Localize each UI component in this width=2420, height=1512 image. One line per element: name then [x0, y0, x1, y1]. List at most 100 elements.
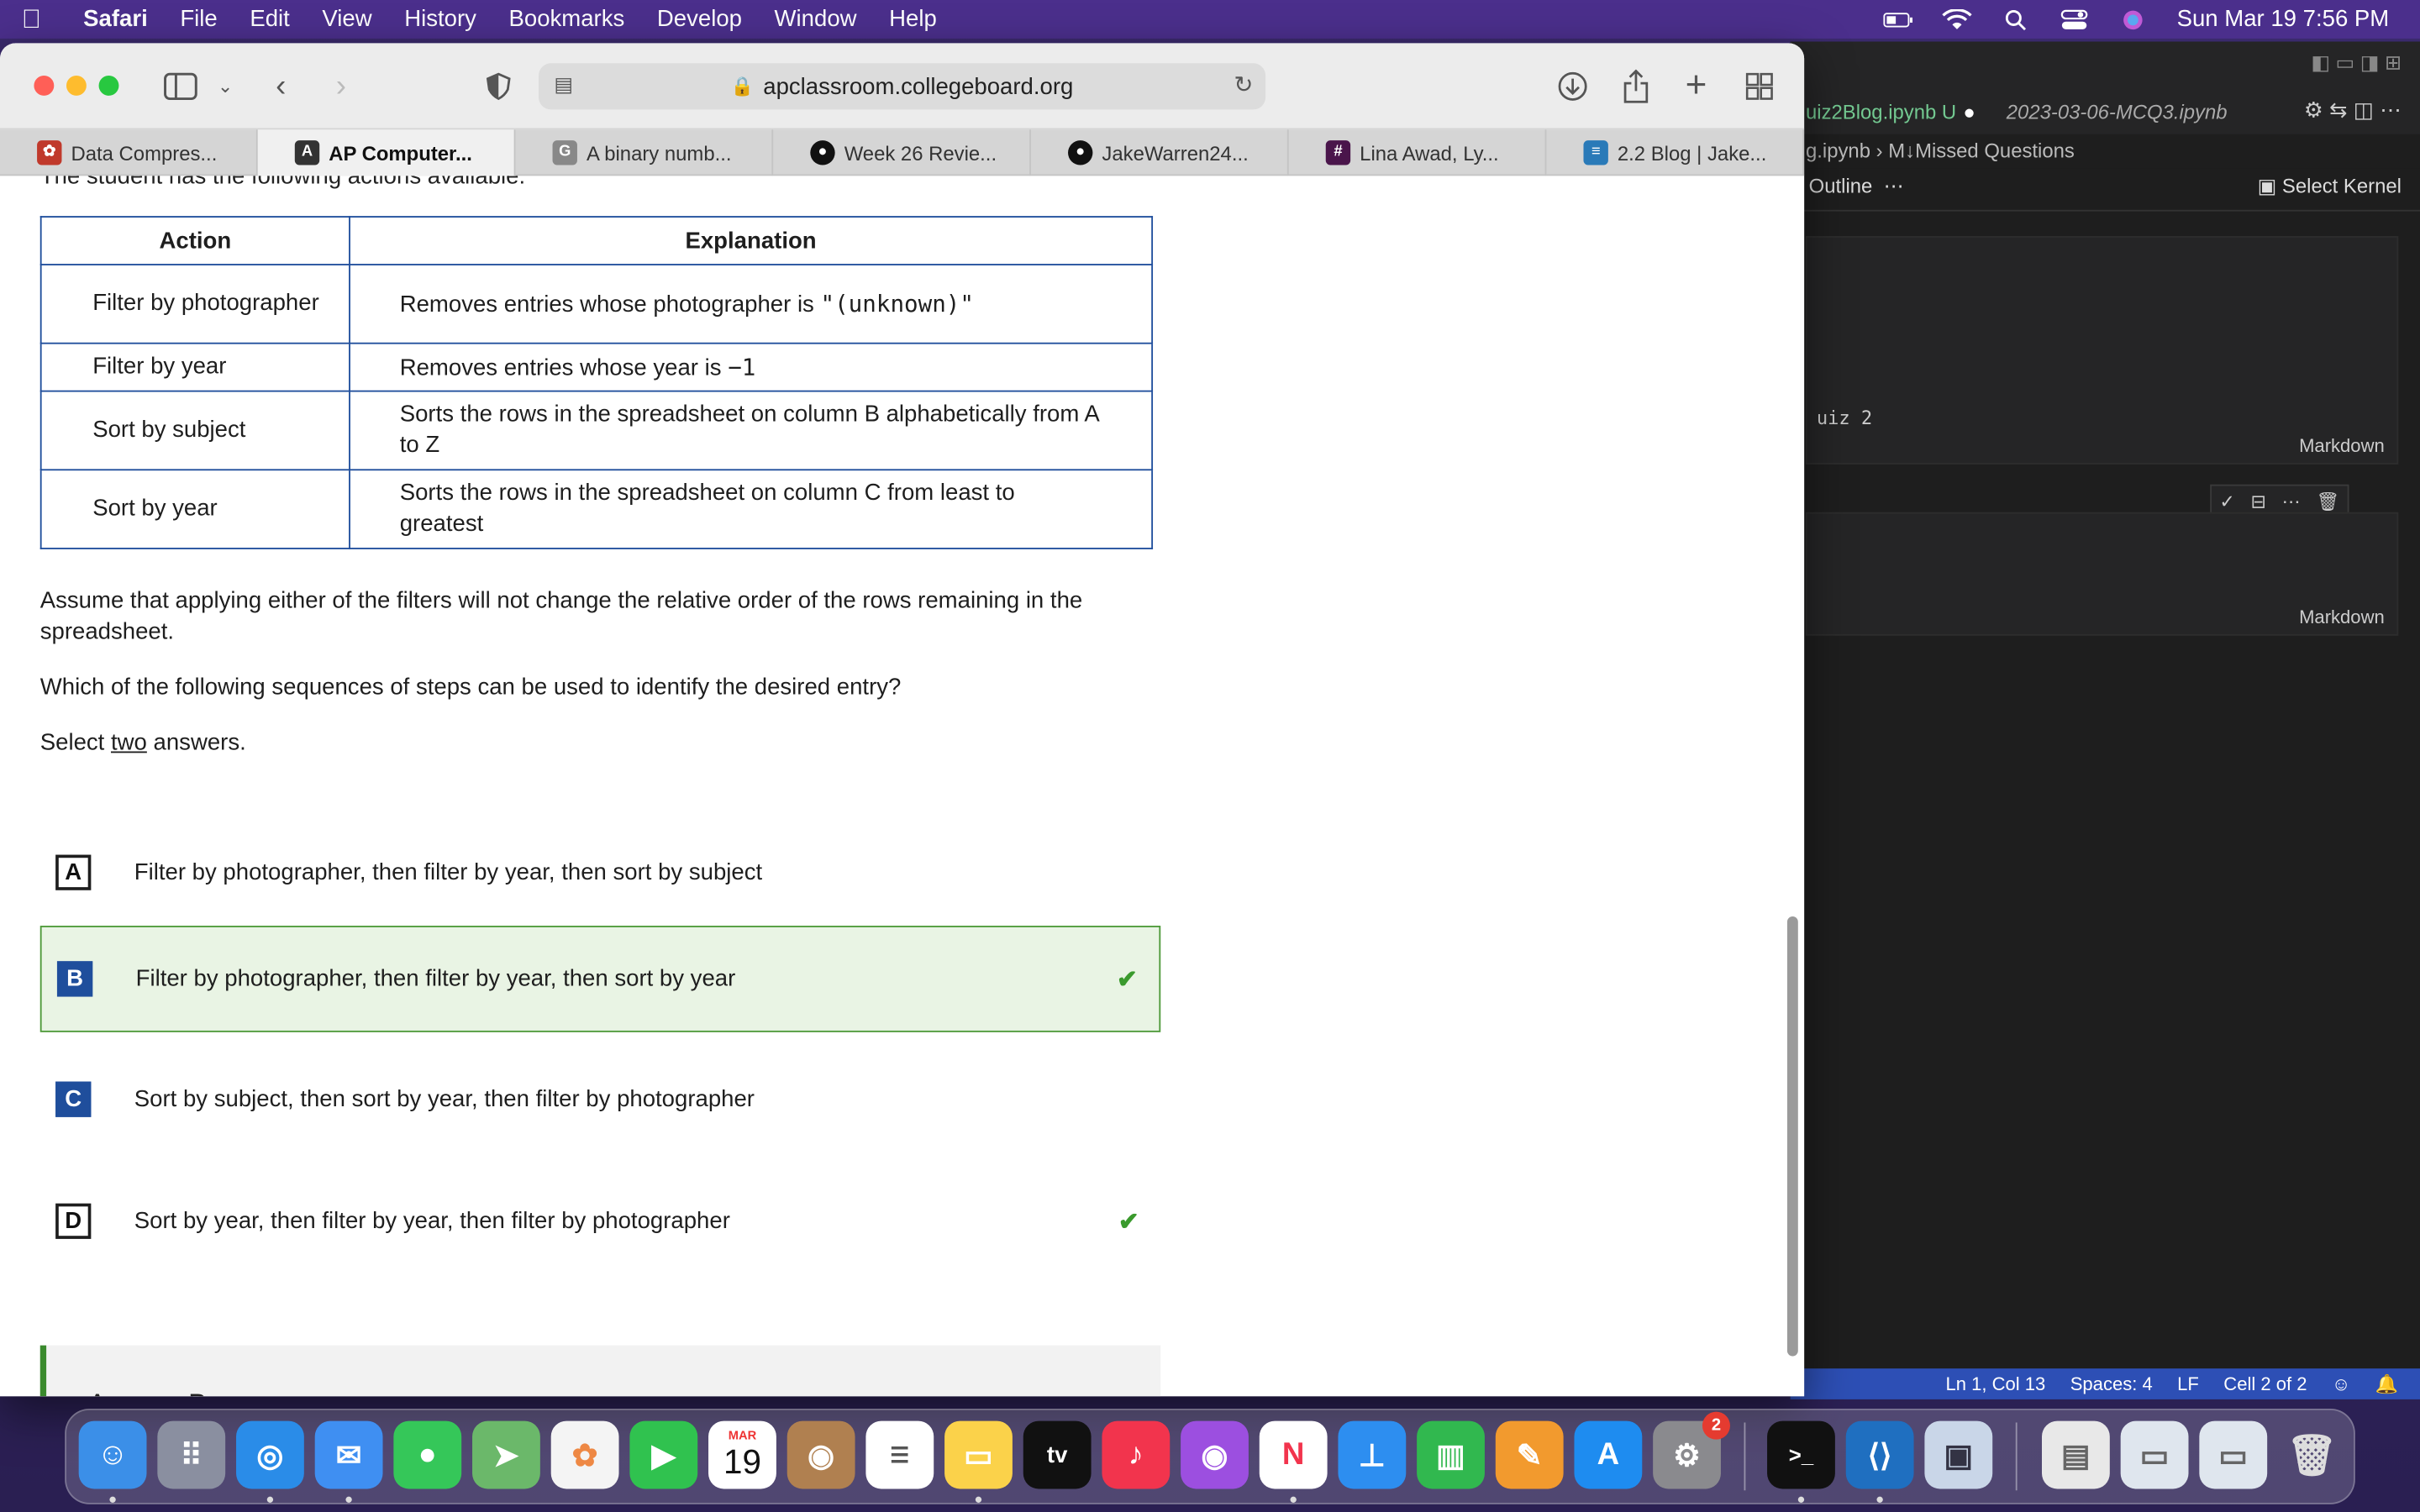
zoom-window-button[interactable] — [98, 76, 119, 96]
bell-icon[interactable]: 🔔 — [2375, 1373, 2398, 1395]
apple-menu-icon[interactable]:  — [22, 5, 50, 33]
apple-tv-icon[interactable]: tv — [1023, 1420, 1092, 1489]
new-tab-icon[interactable]: + — [1675, 65, 1718, 108]
calendar-icon[interactable]: MAR 19 — [708, 1420, 776, 1489]
messages-icon[interactable]: ● — [393, 1420, 462, 1489]
spotlight-search-icon[interactable] — [2001, 8, 2032, 30]
tab-blog-jake[interactable]: ≡ 2.2 Blog | Jake... — [1546, 129, 1805, 176]
documents-folder-icon[interactable]: ▤ — [2042, 1420, 2110, 1489]
launchpad-icon[interactable]: ⠿ — [157, 1420, 226, 1489]
forward-icon[interactable]: › — [319, 65, 362, 108]
tab-binary-number[interactable]: G A binary numb... — [515, 129, 774, 176]
minimized-window-icon[interactable]: ▭ — [2199, 1420, 2268, 1489]
tab-overview-icon[interactable] — [1738, 65, 1781, 108]
preview-icon[interactable]: ▣ — [1924, 1420, 1993, 1489]
answer-option-a[interactable]: A Filter by photographer, then filter by… — [40, 819, 1160, 926]
tab-lina-awad[interactable]: # Lina Awad, Ly... — [1289, 129, 1547, 176]
answer-option-b[interactable]: B Filter by photographer, then filter by… — [39, 926, 1161, 1032]
vscode-editor-actions-icon[interactable]: ⚙ ⇆ ◫ ⋯ — [2304, 97, 2402, 123]
back-icon[interactable]: ‹ — [260, 65, 302, 108]
news-icon[interactable]: N — [1259, 1420, 1328, 1489]
outline-button[interactable]: Outline ⋯ — [1809, 175, 1904, 199]
menu-safari[interactable]: Safari — [83, 6, 148, 32]
chevron-down-icon[interactable]: ⌄ — [203, 65, 246, 108]
menu-file[interactable]: File — [180, 6, 217, 32]
downloads-icon[interactable] — [1551, 65, 1594, 108]
option-text: Sort by year, then filter by year, then … — [134, 1208, 730, 1235]
menu-edit[interactable]: Edit — [250, 6, 289, 32]
sidebar-icon[interactable] — [159, 65, 202, 108]
split-cell-icon[interactable]: ⊟ — [2251, 491, 2266, 512]
finder-icon[interactable]: ☺ — [78, 1420, 147, 1489]
safari-icon[interactable]: ◎ — [236, 1420, 304, 1489]
control-center-icon[interactable] — [2060, 8, 2091, 30]
page-scrollbar[interactable] — [1786, 916, 1798, 1357]
app-store-icon[interactable]: A — [1574, 1420, 1643, 1489]
menu-window[interactable]: Window — [775, 6, 857, 32]
status-cursor[interactable]: Ln 1, Col 13 — [1945, 1373, 2045, 1395]
wifi-icon[interactable] — [1942, 8, 1973, 30]
tab-jakewarren[interactable]: ● JakeWarren24... — [1031, 129, 1289, 176]
pages-icon[interactable]: ✎ — [1495, 1420, 1564, 1489]
check-icon[interactable]: ✓ — [2219, 491, 2234, 512]
cell-explanation: Sorts the rows in the spreadsheet on col… — [349, 390, 1154, 471]
reader-icon[interactable]: ▤ — [554, 72, 573, 97]
status-cell[interactable]: Cell 2 of 2 — [2223, 1373, 2307, 1395]
table-row: Filter by year Removes entries whose yea… — [39, 342, 1154, 392]
music-icon[interactable]: ♪ — [1102, 1420, 1171, 1489]
cell-language-label[interactable]: Markdown — [2299, 435, 2385, 457]
feedback-icon[interactable]: ☺ — [2332, 1373, 2351, 1395]
numbers-icon[interactable]: ▥ — [1417, 1420, 1485, 1489]
breadcrumb-file[interactable]: g.ipynb — [1806, 139, 1870, 162]
more-icon[interactable]: ⋯ — [2282, 491, 2301, 512]
option-text: Filter by photographer, then filter by y… — [134, 859, 763, 886]
share-icon[interactable] — [1614, 65, 1657, 108]
layout-toggle-icon[interactable]: ◧ ▭ ◨ ⊞ — [2311, 51, 2402, 76]
answer-option-d[interactable]: D Sort by year, then filter by year, the… — [40, 1168, 1160, 1274]
trash-icon[interactable]: 🗑 — [2316, 491, 2339, 512]
battery-icon[interactable] — [1884, 8, 1915, 30]
answer-option-c[interactable]: C Sort by subject, then sort by year, th… — [40, 1046, 1160, 1152]
reload-icon[interactable]: ↻ — [1234, 71, 1253, 98]
photos-icon[interactable]: ✿ — [550, 1420, 619, 1489]
trash-icon[interactable]: 🗑 — [2278, 1421, 2346, 1489]
menu-history[interactable]: History — [404, 6, 476, 32]
menu-view[interactable]: View — [322, 6, 371, 32]
breadcrumb-section[interactable]: M↓Missed Questions — [1888, 139, 2075, 162]
github-icon: ● — [1068, 140, 1093, 165]
siri-icon[interactable] — [2118, 8, 2149, 30]
keynote-icon[interactable]: ⊥ — [1338, 1420, 1407, 1489]
minimize-window-button[interactable] — [66, 76, 87, 96]
notes-icon[interactable]: ▭ — [944, 1420, 1013, 1489]
markdown-cell-2[interactable]: Markdown — [1805, 512, 2399, 636]
select-kernel-button[interactable]: ▣ Select Kernel — [2258, 175, 2402, 199]
app-icon: ✿ — [37, 140, 62, 165]
vscode-tab-mcq3[interactable]: 2023-03-06-MCQ3.ipynb — [2007, 100, 2228, 123]
vscode-tab-quiz-blog[interactable]: uiz2Blog.ipynb U — [1806, 100, 1956, 123]
menu-develop[interactable]: Develop — [657, 6, 742, 32]
kernel-icon: ▣ — [2257, 174, 2277, 198]
menu-help[interactable]: Help — [889, 6, 937, 32]
menubar-clock[interactable]: Sun Mar 19 7:56 PM — [2177, 6, 2390, 32]
status-spaces[interactable]: Spaces: 4 — [2070, 1373, 2153, 1395]
podcasts-icon[interactable]: ◉ — [1181, 1420, 1249, 1489]
tab-data-compression[interactable]: ✿ Data Compres... — [0, 129, 258, 176]
markdown-cell-1[interactable]: uiz 2 Markdown — [1805, 236, 2399, 465]
cell-language-label[interactable]: Markdown — [2299, 606, 2385, 628]
tab-week-26-review[interactable]: ● Week 26 Revie... — [773, 129, 1031, 176]
contacts-icon[interactable]: ◉ — [786, 1420, 855, 1489]
address-bar[interactable]: ▤ 🔒 apclassroom.collegeboard.org ↻ — [539, 63, 1266, 110]
privacy-shield-icon[interactable] — [477, 65, 520, 108]
maps-icon[interactable]: ➤ — [472, 1420, 540, 1489]
status-eol[interactable]: LF — [2177, 1373, 2199, 1395]
facetime-icon[interactable]: ▶ — [629, 1420, 698, 1489]
system-settings-icon[interactable]: ⚙ 2 — [1653, 1411, 1730, 1489]
minimized-window-icon[interactable]: ▭ — [2120, 1420, 2189, 1489]
tab-ap-computer[interactable]: A AP Computer... — [257, 129, 516, 176]
terminal-icon[interactable]: >_ — [1767, 1420, 1835, 1489]
reminders-icon[interactable]: ☰ — [865, 1420, 934, 1489]
mail-icon[interactable]: ✉ — [314, 1420, 383, 1489]
vscode-icon[interactable]: ⟨⟩ — [1845, 1420, 1914, 1489]
close-window-button[interactable] — [34, 76, 55, 96]
menu-bookmarks[interactable]: Bookmarks — [508, 6, 624, 32]
